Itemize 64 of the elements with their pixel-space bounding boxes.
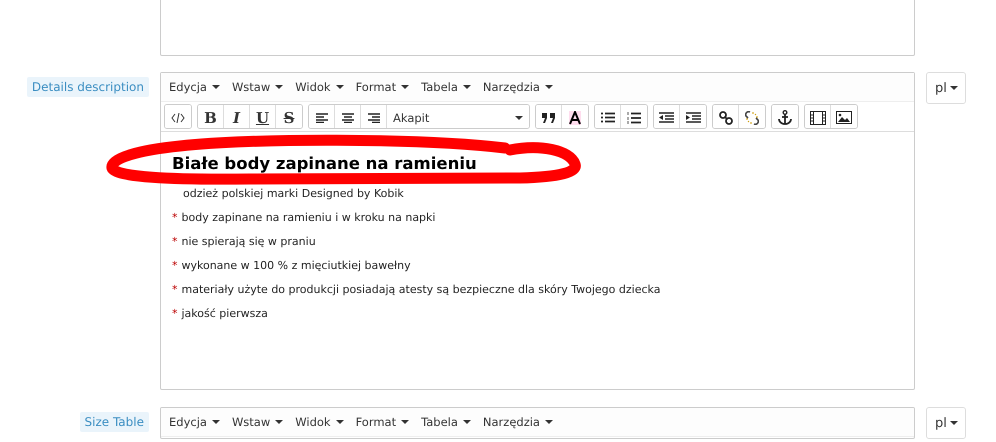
outdent-icon [659,112,674,123]
code-icon [171,112,185,122]
caret-icon [275,85,284,89]
caret-icon [401,420,410,424]
menu-item[interactable]: Format [350,80,416,94]
menu-item[interactable]: Widok [289,415,350,429]
caret-icon [212,420,220,424]
language-dropdown[interactable]: pl [926,407,966,439]
indent-icon [686,112,700,123]
anchor-button[interactable] [772,105,798,128]
menu-item[interactable]: Edycja [163,415,226,429]
content-line: * body zapinane na ramieniu i w kroku na napki [172,211,436,225]
align-left-button[interactable] [309,105,335,128]
caret-icon [275,420,284,424]
content-line: odzież polskiej marki Designed by Kobik [182,187,405,201]
bullet-list-button[interactable] [595,105,621,128]
align-left-icon [316,112,328,122]
field-label: Size Table [80,412,149,432]
caret-icon [462,420,471,424]
caret-icon [544,85,553,89]
caret-icon [462,85,471,89]
align-right-icon [368,112,380,122]
rich-text-editor[interactable]: Edycja Wstaw Widok Format Tabela Narzędzia [160,407,915,439]
caret-icon [401,85,410,89]
caret-icon [336,420,344,424]
content-heading: Białe body zapinane na ramieniu [172,154,478,173]
text-color-icon [568,110,582,124]
film-icon [810,110,826,124]
menu-item[interactable]: Wstaw [226,415,290,429]
content-line: * jakość pierwsza [172,307,269,321]
caret-icon [950,86,958,90]
caret-icon [336,85,344,89]
caret-icon [515,116,523,120]
blockquote-button[interactable] [536,105,562,128]
numbered-list-icon [627,112,641,124]
menu-item[interactable]: Edycja [163,80,226,94]
anchor-icon [778,110,792,125]
link-button[interactable] [713,105,739,128]
content-line: * wykonane w 100 % z mięciutkiej bawełny [172,259,412,273]
caret-icon [950,421,958,425]
menu-item[interactable]: Narzędzia [476,80,559,94]
outdent-button[interactable] [654,105,680,128]
menu-item[interactable]: Wstaw [226,80,290,94]
field-label: Details description [26,77,149,97]
image-icon [836,111,852,124]
bullet-list-icon [600,112,614,123]
bold-button[interactable]: B [198,105,224,128]
align-center-icon [342,112,354,122]
content-line: * nie spierają się w praniu [172,235,317,249]
menu-item[interactable]: Narzędzia [476,415,559,429]
link-icon [718,110,732,124]
source-code-button[interactable] [165,105,191,128]
content-line: * materiały użyte do produkcji posiadają atesty są bezpieczne dla skóry Twojego dziecka [172,283,662,297]
media-button[interactable] [805,105,831,128]
caret-icon [212,85,220,89]
unlink-icon [745,110,759,124]
menu-item[interactable]: Tabela [415,80,477,94]
menu-item[interactable]: Tabela [415,415,477,429]
language-dropdown[interactable]: pl [926,72,966,104]
quote-icon [542,112,556,122]
menu-item[interactable]: Format [350,415,416,429]
menu-item[interactable]: Widok [289,80,350,94]
rich-text-editor[interactable] [160,72,915,390]
caret-icon [544,420,553,424]
